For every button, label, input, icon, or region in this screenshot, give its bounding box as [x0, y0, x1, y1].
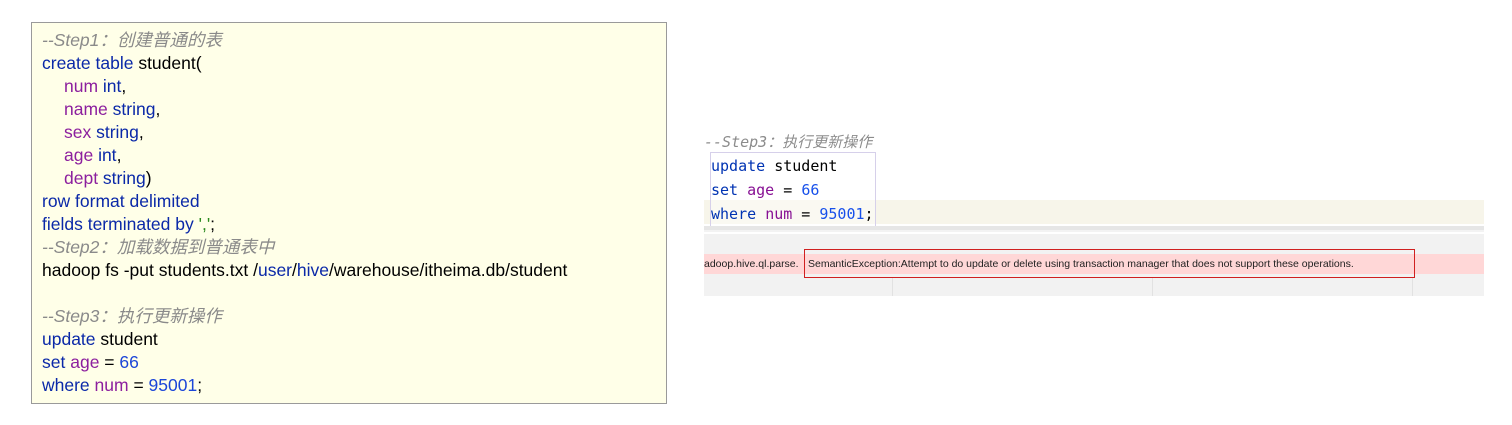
code-line: where num = 95001;	[42, 374, 666, 397]
code-punct: ,	[116, 145, 122, 165]
code-keyword: row format delimited	[42, 191, 200, 211]
code-line: update student	[42, 328, 666, 351]
code-operator: =	[128, 375, 149, 395]
code-keyword: create table	[42, 53, 134, 73]
code-field: num	[94, 375, 129, 395]
code-text: student(	[133, 53, 202, 73]
code-keyword: update	[42, 329, 96, 349]
ide-number: 66	[801, 181, 820, 199]
code-line: --Step3：执行更新操作	[42, 305, 666, 328]
error-prefix: adoop.hive.ql.parse.	[704, 258, 799, 270]
ide-text: student	[765, 157, 838, 175]
code-line: create table student(	[42, 52, 666, 75]
code-keyword: string	[91, 122, 139, 142]
code-keyword: user	[257, 260, 293, 280]
code-comment: --Step3：执行更新操作	[42, 306, 222, 326]
code-field: dept	[64, 168, 99, 188]
code-line: --Step1：创建普通的表	[42, 29, 666, 52]
code-punct: ;	[197, 375, 203, 395]
code-punct: ,	[138, 122, 144, 142]
panel-divider	[704, 230, 1484, 232]
code-comment: --Step1：创建普通的表	[42, 30, 222, 50]
code-field: age	[64, 145, 94, 165]
code-field: sex	[64, 122, 92, 142]
code-keyword: where	[42, 375, 90, 395]
code-line: row format delimited	[42, 190, 666, 213]
code-keyword: set	[42, 352, 66, 372]
column-divider	[1152, 278, 1153, 296]
code-punct: )	[145, 168, 152, 188]
code-keyword: int	[98, 76, 122, 96]
ide-operator: =	[792, 205, 820, 223]
ide-code-line: set age = 66	[711, 178, 819, 202]
ide-field: num	[765, 205, 793, 223]
code-field: name	[64, 99, 108, 119]
code-keyword: string	[98, 168, 146, 188]
column-divider	[892, 278, 893, 296]
code-line: set age = 66	[42, 351, 666, 374]
code-line: --Step2：加载数据到普通表中	[42, 236, 666, 259]
ide-punct: ;	[864, 205, 874, 223]
ide-field: age	[747, 181, 775, 199]
ide-keyword: set	[711, 181, 739, 199]
code-text: hadoop fs -put students.txt /	[42, 260, 258, 280]
code-punct: ,	[121, 76, 127, 96]
ide-code-line: where num = 95001;	[711, 202, 874, 226]
code-string: ','	[198, 214, 211, 234]
code-line: fields terminated by ',';	[42, 213, 666, 236]
code-field: num	[64, 76, 99, 96]
code-field: age	[70, 352, 100, 372]
code-punct: ,	[155, 99, 161, 119]
column-divider	[1412, 278, 1413, 296]
code-punct: ;	[210, 214, 216, 234]
code-text: student	[95, 329, 158, 349]
ide-keyword: where	[711, 205, 757, 223]
error-highlight-box	[804, 249, 1415, 278]
ide-number: 95001	[819, 205, 865, 223]
ide-comment: --Step3：执行更新操作	[704, 133, 873, 151]
code-line: dept string)	[42, 167, 666, 190]
ide-code-line: --Step3：执行更新操作	[704, 130, 872, 154]
ide-space	[738, 181, 747, 199]
code-line: hadoop fs -put students.txt /user/hive/w…	[42, 259, 666, 282]
code-keyword: fields terminated by	[42, 214, 194, 234]
code-keyword: int	[93, 145, 117, 165]
code-comment: --Step2：加载数据到普通表中	[42, 237, 275, 257]
sql-code-panel: --Step1：创建普通的表 create table student( num…	[31, 22, 667, 404]
ide-editor-snippet: --Step3：执行更新操作 update student set age = …	[704, 130, 1484, 300]
code-operator: =	[99, 352, 120, 372]
ide-code-line: update student	[711, 154, 837, 178]
code-line: num int,	[42, 75, 666, 98]
code-keyword: hive	[296, 260, 329, 280]
code-line: name string,	[42, 98, 666, 121]
ide-operator: =	[774, 181, 802, 199]
code-line: sex string,	[42, 121, 666, 144]
ide-keyword: update	[711, 157, 766, 175]
code-keyword: string	[107, 99, 156, 119]
code-text: /warehouse/itheima.db/student	[329, 260, 568, 280]
code-number: 95001	[148, 375, 198, 395]
code-line: age int,	[42, 144, 666, 167]
code-number: 66	[119, 352, 139, 372]
ide-space	[756, 205, 765, 223]
